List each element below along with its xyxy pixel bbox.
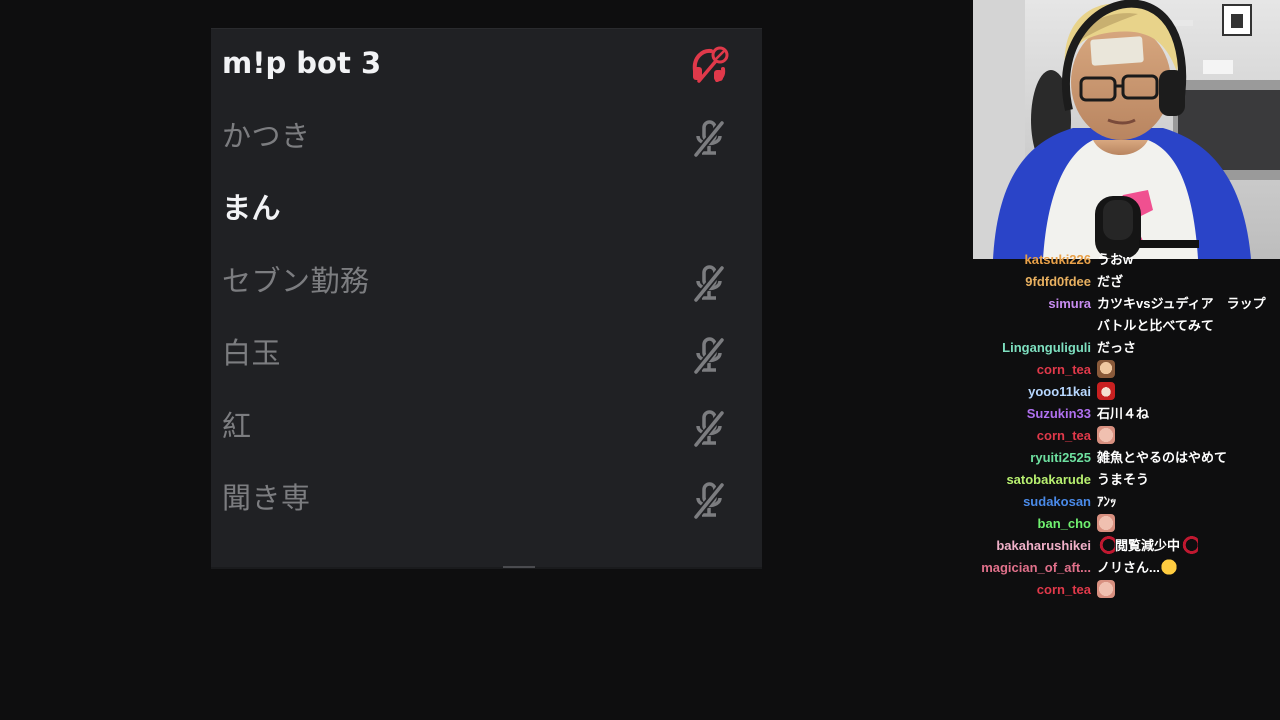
chat-message-text: だっさ: [1097, 337, 1275, 359]
chat-username[interactable]: magician_of_aft...: [981, 557, 1091, 579]
chat-username[interactable]: Linganguliguli: [1002, 337, 1091, 359]
webcam-image: [973, 0, 1280, 259]
chat-message-text: うおw: [1097, 252, 1275, 271]
chat-message-body: うまそう: [1097, 472, 1150, 487]
muted-mic-icon: [693, 119, 725, 157]
voice-member-name: まん: [222, 191, 282, 225]
chat-message-body: ｱﾝｯ: [1097, 494, 1117, 509]
voice-member-row[interactable]: m!p bot 3: [211, 29, 762, 101]
chat-message-text: 石川４ね: [1097, 403, 1275, 425]
chat-message-text: うまそう: [1097, 469, 1275, 491]
chat-username[interactable]: 9fdfd0fdee: [1025, 271, 1091, 293]
chat-message-body: うおw: [1097, 252, 1134, 267]
chat-message-text: [1097, 381, 1275, 403]
muted-mic-icon: [693, 482, 725, 520]
chat-message-text: 雑魚とやるのはやめて: [1097, 447, 1275, 469]
chat-message-text: ｱﾝｯ: [1097, 491, 1275, 513]
webcam-feed: [973, 0, 1280, 259]
chat-message-body: 閲覧減少中: [1115, 538, 1181, 553]
chat-username[interactable]: yooo11kai: [1028, 381, 1091, 403]
voice-member-row[interactable]: 紅: [211, 392, 762, 464]
chat-message-text: [1097, 359, 1275, 381]
chat-username[interactable]: ryuiti2525: [1030, 447, 1091, 469]
voice-member-name: セブン勤務: [222, 263, 370, 298]
stream-chat: katsuki226 うおw 9fdfd0fdee だざ simura カツキvsジュディ…: [973, 252, 1280, 612]
chat-message-text: [1097, 425, 1275, 447]
voice-member-row[interactable]: 白玉: [211, 319, 762, 391]
voice-member-row[interactable]: まん: [211, 174, 762, 246]
chat-username[interactable]: bakaharushikei: [996, 535, 1091, 557]
chat-username[interactable]: corn_tea: [1037, 425, 1091, 447]
voice-member-name: m!p bot 3: [222, 46, 382, 80]
voice-member-name: かつき: [222, 118, 311, 153]
chat-username[interactable]: corn_tea: [1037, 579, 1091, 601]
red-crescent-emote: [1097, 536, 1115, 554]
voice-member-name: 聞き専: [222, 481, 311, 515]
chat-username[interactable]: corn_tea: [1037, 359, 1091, 381]
chat-username[interactable]: Suzukin33: [1027, 403, 1091, 425]
voice-member-name: 紅: [222, 408, 252, 443]
red-crescent-emote: [1180, 536, 1199, 554]
face-emote: [1097, 580, 1115, 598]
chat-message-text: [1097, 579, 1275, 601]
chat-message-text: ノリさん...: [1097, 557, 1275, 579]
chat-message-text: だざ: [1097, 271, 1275, 293]
deafened-headphones-icon: [692, 46, 729, 83]
chat-message-body: ノリさん...: [1097, 560, 1160, 575]
chat-message-body: 石川４ね: [1097, 406, 1150, 421]
face-emote: [1097, 514, 1115, 532]
chat-username[interactable]: simura: [1048, 293, 1091, 315]
chat-username[interactable]: satobakarude: [1006, 469, 1091, 491]
voice-channel-panel: m!p bot 3 かつきまんセブン勤務白玉紅聞き専: [211, 28, 762, 569]
chat-message-body: だっさ: [1097, 340, 1137, 355]
voice-member-name: 白玉: [222, 336, 282, 370]
grin-emoji: [1159, 558, 1178, 576]
chat-message-text: 閲覧減少中: [1097, 535, 1275, 557]
chat-message-text: カツキvsジュディア ラップバトルと比べてみて: [1097, 293, 1275, 337]
face-emote: [1097, 426, 1115, 444]
sad-girl-emote: [1097, 360, 1115, 378]
muted-mic-icon: [693, 264, 725, 302]
chat-username[interactable]: ban_cho: [1038, 513, 1091, 535]
panel-bottom-edge: [211, 567, 762, 569]
chat-username[interactable]: sudakosan: [1023, 491, 1091, 513]
muted-mic-icon: [693, 409, 725, 447]
chat-message-text: [1097, 513, 1275, 535]
voice-member-row[interactable]: セブン勤務: [211, 247, 762, 319]
chat-message-body: カツキvsジュディア ラップバトルと比べてみて: [1097, 296, 1266, 333]
chat-message-body: だざ: [1097, 274, 1124, 289]
muted-mic-icon: [693, 337, 725, 375]
chat-message-body: 雑魚とやるのはやめて: [1097, 450, 1228, 465]
voice-member-row[interactable]: 聞き専: [211, 464, 762, 536]
red-face-emote: [1097, 382, 1115, 400]
chat-username[interactable]: katsuki226: [1025, 252, 1092, 271]
stream-layout: m!p bot 3 かつき まん セブン勤務 白玉紅聞き専 katsuki226…: [0, 0, 1280, 720]
voice-member-row[interactable]: かつき: [211, 102, 762, 174]
panel-scroll-indicator: [503, 566, 535, 568]
